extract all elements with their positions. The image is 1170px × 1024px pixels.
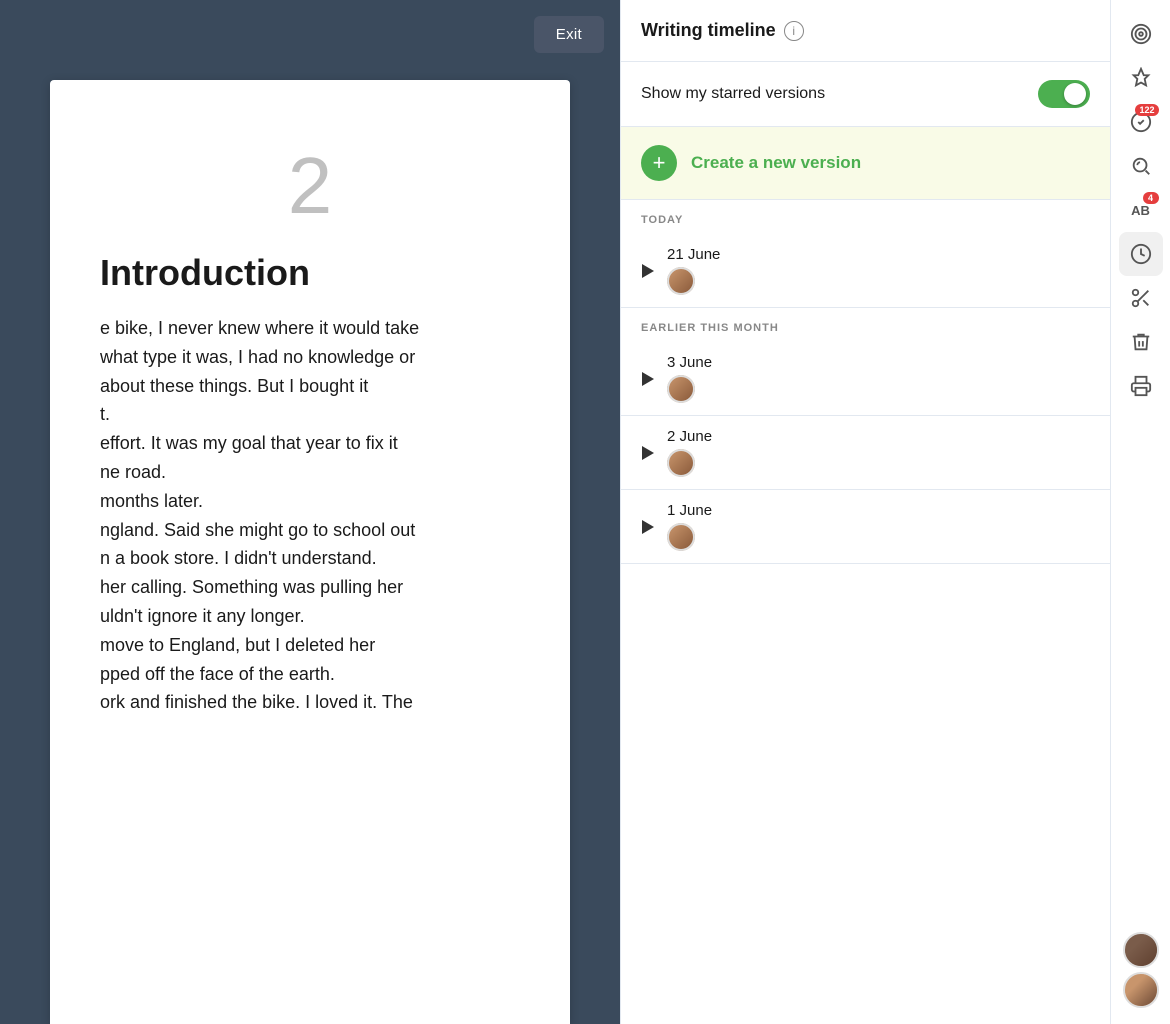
avatar-face [667,375,695,403]
page-text-line: about these things. But I bought it [100,372,520,401]
avatar [667,375,695,403]
trash-icon[interactable] [1119,320,1163,364]
play-icon [641,446,655,460]
avatar [667,523,695,551]
page-text-line: pped off the face of the earth. [100,660,520,689]
page-text-line: her calling. Something was pulling her [100,573,520,602]
page-text-line: uldn't ignore it any longer. [100,602,520,631]
page-container: 2 Introduction e bike, I never knew wher… [0,80,620,1024]
version-info: 3 June [667,354,712,403]
version-info: 2 June [667,428,712,477]
create-version-button[interactable]: + Create a new version [621,127,1110,200]
play-triangle [642,264,654,278]
user-avatar-2-face [1125,974,1159,1008]
page-number: 2 [100,140,520,232]
abc-icon[interactable]: AB4 [1119,188,1163,232]
play-triangle [642,446,654,460]
scissors-icon[interactable] [1119,276,1163,320]
version-entry[interactable]: 2 June [621,416,1110,490]
search-refresh-icon[interactable] [1119,144,1163,188]
starred-toggle[interactable] [1038,80,1090,108]
editor-area: Exit 2 Introduction e bike, I never knew… [0,0,620,1024]
user-avatar-1[interactable] [1123,932,1159,968]
target-icon[interactable] [1119,12,1163,56]
avatar-face [667,267,695,295]
page-text-line: e bike, I never knew where it would take [100,314,520,343]
user-avatar-2[interactable] [1123,972,1159,1008]
create-version-label: Create a new version [691,153,861,173]
plus-circle-icon: + [641,145,677,181]
check-badge-icon[interactable]: 122 [1119,100,1163,144]
abc-text: AB [1131,203,1150,218]
page-text-line: ne road. [100,458,520,487]
avatar [667,449,695,477]
section-header-earlier-this-month: EARLIER THIS MONTH [621,308,1110,342]
info-icon[interactable]: i [784,21,804,41]
avatar [667,267,695,295]
page-text-line: move to England, but I deleted her [100,631,520,660]
page-text-line: effort. It was my goal that year to fix … [100,429,520,458]
version-entry[interactable]: 3 June [621,342,1110,416]
page-text-line: what type it was, I had no knowledge or [100,343,520,372]
version-entry[interactable]: 21 June [621,234,1110,308]
section-header-today: TODAY [621,200,1110,234]
badge-check-badge-icon: 122 [1135,104,1158,116]
page-text-line: ngland. Said she might go to school out [100,516,520,545]
starred-versions-row: Show my starred versions [621,62,1110,127]
page-text-line: ork and finished the bike. I loved it. T… [100,688,520,717]
play-triangle [642,520,654,534]
version-entry[interactable]: 1 June [621,490,1110,564]
page-text: e bike, I never knew where it would take… [100,314,520,717]
version-date: 3 June [667,354,712,371]
page-text-line: n a book store. I didn't understand. [100,544,520,573]
plus-symbol: + [653,152,666,174]
exit-button[interactable]: Exit [534,16,604,53]
timeline-sections: TODAY 21 June EARLIER THIS MONTH 3 June 2 Ju… [621,200,1110,564]
version-date: 1 June [667,502,712,519]
sidebar-icons-container: 122 AB4 [1119,12,1163,408]
pin-icon[interactable] [1119,56,1163,100]
page-text-line: t. [100,400,520,429]
toggle-knob [1064,83,1086,105]
clock-icon[interactable] [1119,232,1163,276]
version-date: 21 June [667,246,720,263]
avatar-face [667,449,695,477]
starred-versions-label: Show my starred versions [641,85,825,103]
print-icon[interactable] [1119,364,1163,408]
version-info: 21 June [667,246,720,295]
sidebar-avatars-container [1123,928,1159,1012]
timeline-header: Writing timeline i [621,0,1110,62]
timeline-panel: Writing timeline i Show my starred versi… [620,0,1110,1024]
page-title: Introduction [100,252,520,294]
badge-abc-icon: 4 [1143,192,1159,204]
timeline-title: Writing timeline [641,20,776,41]
user-avatar-1-face [1125,934,1159,968]
page-document: 2 Introduction e bike, I never knew wher… [50,80,570,1024]
version-date: 2 June [667,428,712,445]
version-info: 1 June [667,502,712,551]
play-triangle [642,372,654,386]
avatar-face [667,523,695,551]
page-text-line: months later. [100,487,520,516]
play-icon [641,372,655,386]
right-sidebar: 122 AB4 [1110,0,1170,1024]
play-icon [641,264,655,278]
play-icon [641,520,655,534]
